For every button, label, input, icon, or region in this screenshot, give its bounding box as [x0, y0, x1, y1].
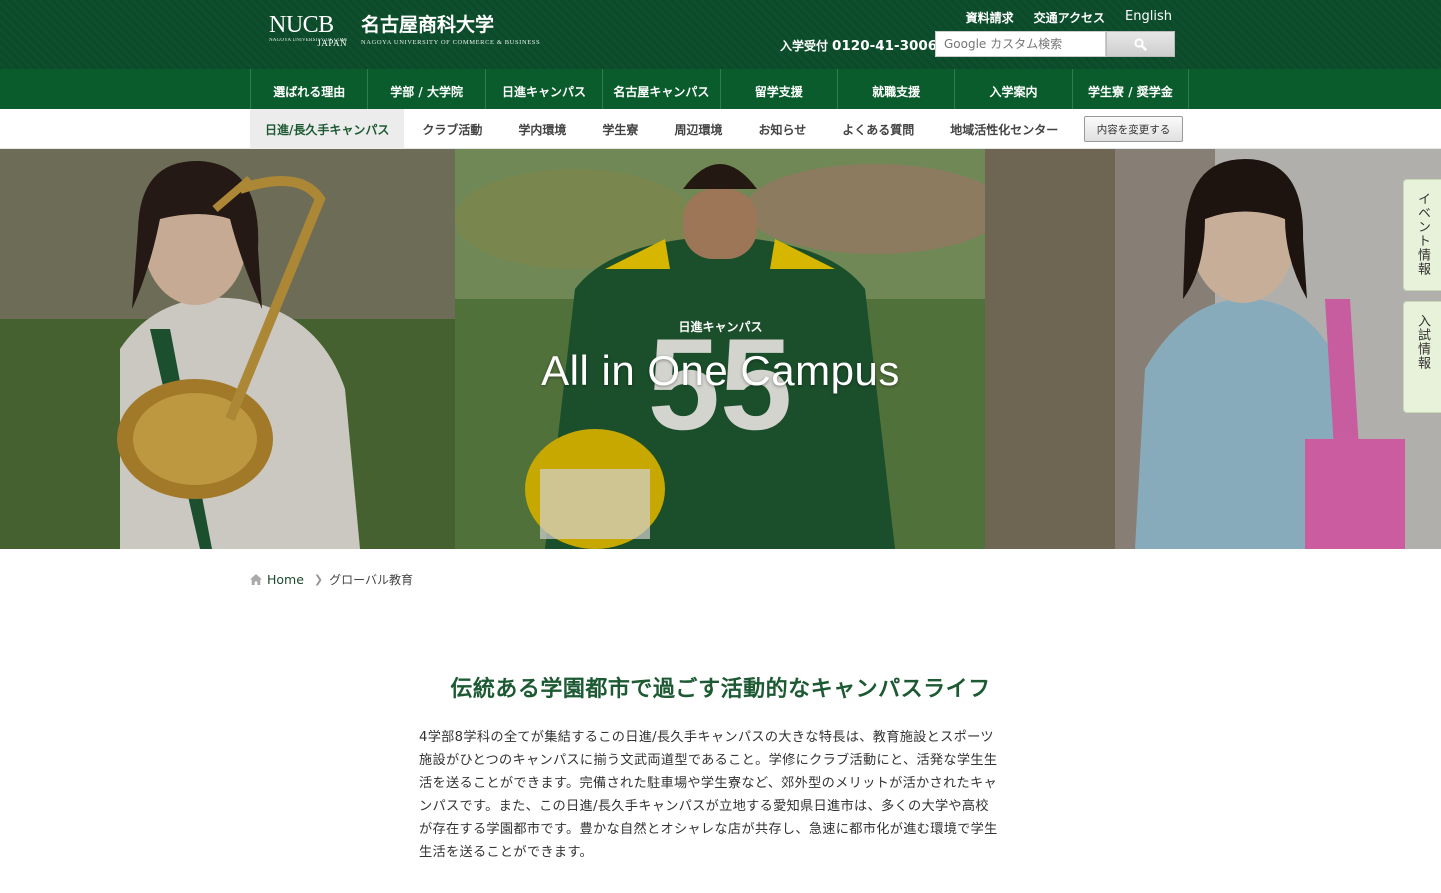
- sub-nav-clubs[interactable]: クラブ活動: [404, 109, 500, 149]
- logo-mark: NUCB NAGOYA UNIVERSITY OF COMMERCE & BUS…: [269, 12, 347, 48]
- section-body: 4学部8学科の全てが集結するこの日進/長久手キャンパスの大きな特長は、教育施設と…: [419, 726, 1023, 864]
- hero-title: All in One Campus: [541, 347, 900, 394]
- util-link-english[interactable]: English: [1125, 9, 1172, 26]
- main-nav-faculties[interactable]: 学部 / 大学院: [367, 69, 484, 109]
- sub-nav-news[interactable]: お知らせ: [740, 109, 824, 149]
- hero-subtitle: 日進キャンパス: [678, 320, 763, 334]
- breadcrumb: Home ❯ グローバル教育: [250, 571, 413, 588]
- body-line: 生活を送ることができます。: [419, 845, 594, 860]
- side-tab-events[interactable]: イベント情報: [1403, 179, 1441, 291]
- main-nav: 選ばれる理由 学部 / 大学院 日進キャンパス 名古屋キャンパス 留学支援 就職…: [0, 69, 1441, 109]
- sub-nav-regional-center[interactable]: 地域活性化センター: [932, 109, 1076, 149]
- admission-phone: 入学受付 0120-41-3006: [780, 37, 937, 54]
- sub-nav-surroundings[interactable]: 周辺環境: [656, 109, 740, 149]
- main-nav-dorm-scholarship[interactable]: 学生寮 / 奨学金: [1071, 69, 1190, 109]
- sub-nav: 日進/長久手キャンパス クラブ活動 学内環境 学生寮 周辺環境 お知らせ よくあ…: [0, 109, 1441, 149]
- logo-en: NAGOYA UNIVERSITY OF COMMERCE & BUSINESS: [361, 39, 541, 46]
- site-header: NUCB NAGOYA UNIVERSITY OF COMMERCE & BUS…: [0, 0, 1441, 69]
- breadcrumb-current: グローバル教育: [329, 573, 414, 587]
- main-nav-nagoya-campus[interactable]: 名古屋キャンパス: [602, 69, 719, 109]
- change-content-button[interactable]: 内容を変更する: [1084, 116, 1183, 142]
- logo-mark-text: NUCB: [269, 12, 334, 38]
- side-tab-events-label: イベント情報: [1415, 192, 1430, 276]
- body-line: ンパスです。また、この日進/長久手キャンパスが立地する愛知県日進市は、多くの大学…: [419, 799, 989, 814]
- site-search: [935, 31, 1175, 57]
- main-nav-reasons[interactable]: 選ばれる理由: [250, 69, 367, 109]
- body-line: 4学部8学科の全てが集結するこの日進/長久手キャンパスの大きな特長は、教育施設と…: [419, 730, 994, 745]
- sub-nav-campus[interactable]: 日進/長久手キャンパス: [250, 109, 405, 149]
- side-tab-admissions-label: 入試情報: [1415, 314, 1430, 370]
- main-nav-study-abroad[interactable]: 留学支援: [719, 69, 837, 109]
- logo-text: 名古屋商科大学 NAGOYA UNIVERSITY OF COMMERCE & …: [361, 12, 540, 46]
- tel-label: 入学受付: [780, 39, 829, 53]
- chevron-right-icon: ❯: [313, 573, 324, 586]
- sub-nav-faq[interactable]: よくある質問: [824, 109, 932, 149]
- hero-banner: 55 日進キャンパス All in One Campus: [0, 149, 1441, 549]
- search-input[interactable]: [935, 31, 1106, 57]
- sub-nav-facilities[interactable]: 学内環境: [500, 109, 584, 149]
- breadcrumb-home[interactable]: Home: [267, 572, 304, 587]
- tel-number[interactable]: 0120-41-3006: [832, 38, 937, 54]
- section-heading: 伝統ある学園都市で過ごす活動的なキャンパスライフ: [450, 677, 991, 702]
- search-icon: [1134, 37, 1147, 51]
- sub-nav-dorm[interactable]: 学生寮: [584, 109, 656, 149]
- util-link-access[interactable]: 交通アクセス: [1034, 9, 1105, 26]
- logo-name: 名古屋商科大学: [361, 14, 495, 36]
- search-button[interactable]: [1106, 31, 1175, 57]
- home-icon: [250, 574, 262, 585]
- main-nav-admissions[interactable]: 入学案内: [954, 69, 1071, 109]
- body-line: 活を送ることができます。完備された駐車場や学生寮など、郊外型のメリットが活かされ…: [419, 776, 997, 791]
- site-logo[interactable]: NUCB NAGOYA UNIVERSITY OF COMMERCE & BUS…: [269, 12, 540, 48]
- main-nav-career[interactable]: 就職支援: [836, 69, 954, 109]
- body-line: が存在する学園都市です。豊かな自然とオシャレな店が共存し、急速に都市化が進む環境…: [419, 822, 998, 837]
- util-link-brochure[interactable]: 資料請求: [966, 9, 1014, 26]
- side-tab-admissions[interactable]: 入試情報: [1403, 301, 1441, 413]
- utility-links: 資料請求 交通アクセス English: [966, 9, 1172, 26]
- body-line: 施設がひとつのキャンパスに揃う文武両道型であること。学修にクラブ活動にと、活発な…: [419, 753, 998, 768]
- main-nav-nisshin-campus[interactable]: 日進キャンパス: [484, 69, 602, 109]
